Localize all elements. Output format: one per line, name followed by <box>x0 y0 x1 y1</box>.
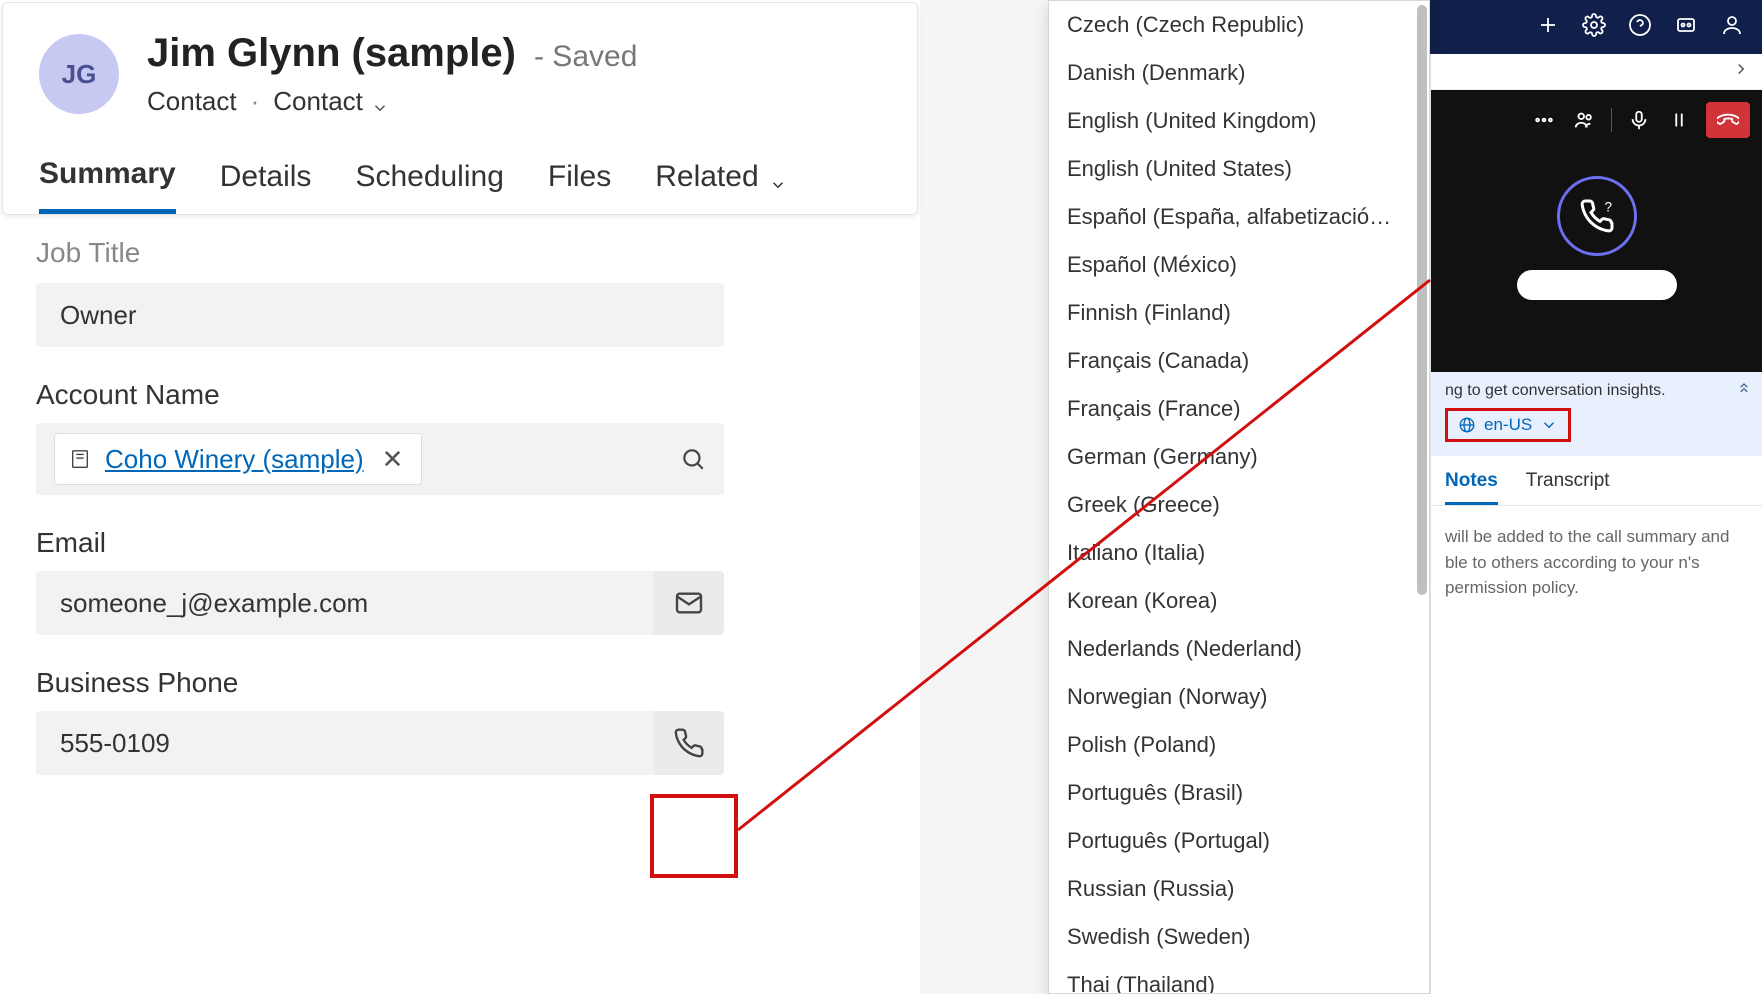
language-option[interactable]: English (United Kingdom) <box>1049 97 1417 145</box>
phone-unknown-icon: ? <box>1579 198 1615 234</box>
hold-button[interactable] <box>1666 107 1692 133</box>
input-business-phone[interactable]: 555-0109 <box>36 711 654 775</box>
call-area: ? <box>1431 90 1762 372</box>
language-option[interactable]: Português (Portugal) <box>1049 817 1417 865</box>
language-option[interactable]: English (United States) <box>1049 145 1417 193</box>
label-email: Email <box>36 527 884 559</box>
input-job-title[interactable]: Owner <box>36 283 724 347</box>
field-email: someone_j@example.com <box>36 571 724 635</box>
tab-scheduling[interactable]: Scheduling <box>355 157 503 214</box>
app-top-bar <box>1430 0 1762 54</box>
entity-breadcrumb: Contact · Contact <box>147 86 637 117</box>
tab-details[interactable]: Details <box>220 157 312 214</box>
globe-icon <box>1458 416 1476 434</box>
language-option[interactable]: Korean (Korea) <box>1049 577 1417 625</box>
svg-text:?: ? <box>1604 200 1612 215</box>
insight-text: ng to get conversation insights. <box>1445 382 1666 399</box>
language-option[interactable]: Français (Canada) <box>1049 337 1417 385</box>
hangup-button[interactable] <box>1706 102 1750 138</box>
language-option[interactable]: Greek (Greece) <box>1049 481 1417 529</box>
call-avatar-area: ? <box>1517 176 1677 300</box>
language-list[interactable]: Czech (Czech Republic)Danish (Denmark)En… <box>1049 1 1417 993</box>
settings-button[interactable] <box>1582 13 1606 42</box>
language-option[interactable]: Italiano (Italia) <box>1049 529 1417 577</box>
chevron-down-icon <box>1540 416 1558 434</box>
send-email-button[interactable] <box>654 571 724 635</box>
language-option[interactable]: Swedish (Sweden) <box>1049 913 1417 961</box>
call-status-ring: ? <box>1557 176 1637 256</box>
label-business-phone: Business Phone <box>36 667 884 699</box>
language-dropdown[interactable]: Czech (Czech Republic)Danish (Denmark)En… <box>1048 0 1430 994</box>
language-option[interactable]: Russian (Russia) <box>1049 865 1417 913</box>
scrollbar-thumb[interactable] <box>1417 5 1427 595</box>
tab-notes[interactable]: Notes <box>1445 470 1498 505</box>
chevron-down-icon <box>769 168 787 186</box>
contact-record-panel: JG Jim Glynn (sample) - Saved Contact · … <box>0 0 920 994</box>
more-options-button[interactable] <box>1531 107 1557 133</box>
participants-button[interactable] <box>1571 107 1597 133</box>
help-button[interactable] <box>1628 13 1652 42</box>
call-controls <box>1531 102 1750 138</box>
form-area: Job Title Owner Account Name Coho Winery… <box>0 239 920 775</box>
language-option[interactable]: Thai (Thailand) <box>1049 961 1417 993</box>
label-job-title: Job Title <box>36 237 884 269</box>
language-option[interactable]: Português (Brasil) <box>1049 769 1417 817</box>
form-selector-label: Contact <box>273 86 363 117</box>
mail-icon <box>673 587 705 619</box>
caller-name-redacted <box>1517 270 1677 300</box>
contact-avatar: JG <box>39 34 119 114</box>
notes-hint-text: will be added to the call summary and bl… <box>1431 506 1762 619</box>
field-business-phone: 555-0109 <box>36 711 724 775</box>
language-option[interactable]: Norwegian (Norway) <box>1049 673 1417 721</box>
record-tabs: Summary Details Scheduling Files Related <box>39 157 881 214</box>
chevron-down-icon <box>371 93 389 111</box>
input-email[interactable]: someone_j@example.com <box>36 571 654 635</box>
assistant-button[interactable] <box>1674 13 1698 42</box>
expand-panel-button[interactable] <box>1732 60 1750 83</box>
lookup-link[interactable]: Coho Winery (sample) <box>105 444 364 475</box>
tab-related[interactable]: Related <box>655 157 786 214</box>
clear-lookup-icon[interactable]: ✕ <box>378 444 408 475</box>
tab-transcript[interactable]: Transcript <box>1526 470 1610 505</box>
tab-files[interactable]: Files <box>548 157 611 214</box>
entity-icon <box>69 448 91 470</box>
panel-header <box>1431 54 1762 90</box>
language-option[interactable]: Czech (Czech Republic) <box>1049 1 1417 49</box>
lookup-chip-account[interactable]: Coho Winery (sample) ✕ <box>54 433 422 485</box>
language-option[interactable]: Français (France) <box>1049 385 1417 433</box>
divider <box>1611 108 1612 132</box>
profile-button[interactable] <box>1720 13 1744 42</box>
language-option[interactable]: Español (España, alfabetización internac… <box>1049 193 1417 241</box>
tab-summary[interactable]: Summary <box>39 157 176 214</box>
label-account-name: Account Name <box>36 379 884 411</box>
tab-related-label: Related <box>655 160 758 194</box>
transcript-language-selector[interactable]: en-US <box>1445 408 1571 442</box>
breadcrumb-entity: Contact <box>147 86 237 117</box>
lookup-account-name[interactable]: Coho Winery (sample) ✕ <box>36 423 724 495</box>
language-option[interactable]: German (Germany) <box>1049 433 1417 481</box>
contact-header: JG Jim Glynn (sample) - Saved Contact · … <box>2 2 918 215</box>
phone-icon <box>673 727 705 759</box>
save-status: - Saved <box>534 40 637 74</box>
separator-dot: · <box>251 86 260 117</box>
call-side-panel: ? ng to get conversation insights. en-US… <box>1430 54 1762 994</box>
language-option[interactable]: Danish (Denmark) <box>1049 49 1417 97</box>
add-button[interactable] <box>1536 13 1560 42</box>
call-phone-button[interactable] <box>654 711 724 775</box>
language-option[interactable]: Polish (Poland) <box>1049 721 1417 769</box>
language-option[interactable]: Español (México) <box>1049 241 1417 289</box>
language-option[interactable]: Nederlands (Nederland) <box>1049 625 1417 673</box>
insight-tabs: Notes Transcript <box>1431 456 1762 506</box>
collapse-banner-button[interactable] <box>1736 380 1752 401</box>
mute-button[interactable] <box>1626 107 1652 133</box>
conversation-insight-banner: ng to get conversation insights. en-US <box>1431 372 1762 456</box>
language-option[interactable]: Finnish (Finland) <box>1049 289 1417 337</box>
language-code-label: en-US <box>1484 415 1532 435</box>
contact-name: Jim Glynn (sample) <box>147 31 516 76</box>
search-icon[interactable] <box>680 446 706 472</box>
form-selector[interactable]: Contact <box>273 86 389 117</box>
